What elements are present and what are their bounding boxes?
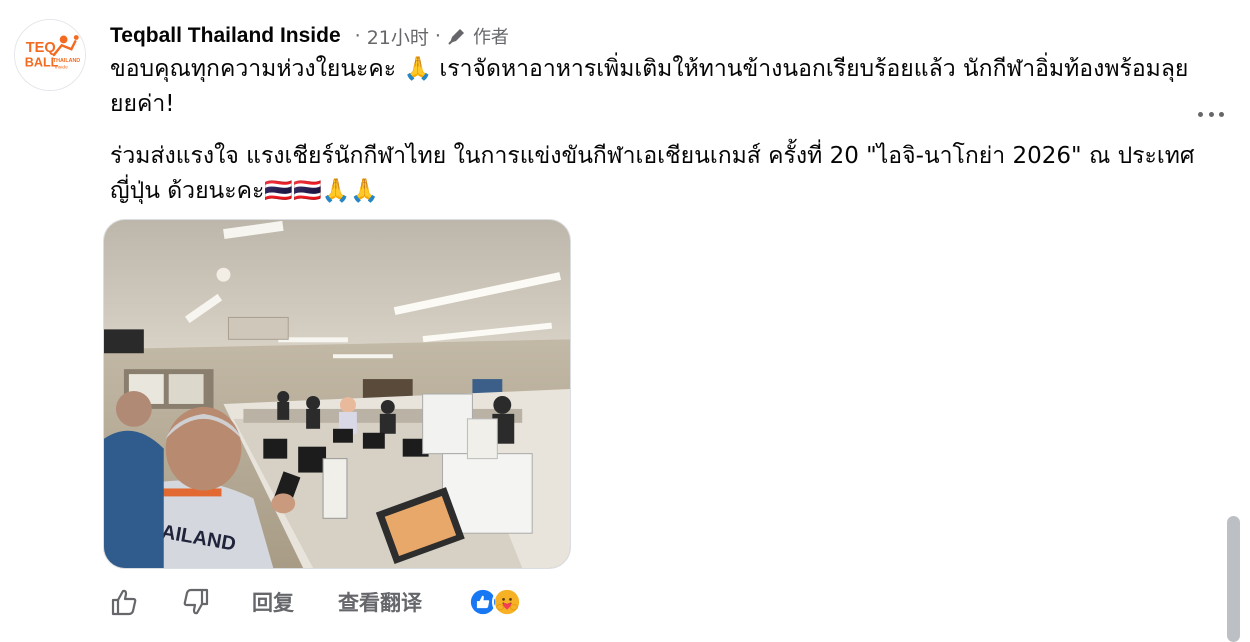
restaurant-photo: THAILAND [104, 220, 570, 568]
page-avatar[interactable]: TEQ BALL THAILAND Inside [14, 19, 86, 91]
author-name[interactable]: Teqball Thailand Inside [110, 24, 341, 48]
more-dot [1219, 112, 1224, 117]
scrollbar-thumb[interactable] [1227, 516, 1240, 642]
svg-text:Inside: Inside [55, 65, 68, 71]
more-options-button[interactable] [1198, 112, 1224, 120]
pen-icon [448, 29, 464, 45]
reply-button[interactable]: 回复 [252, 587, 294, 617]
separator-dot: · [354, 25, 361, 47]
svg-text:THAILAND: THAILAND [53, 58, 80, 64]
reaction-summary[interactable] [468, 587, 522, 617]
post-photo[interactable]: THAILAND [103, 219, 571, 569]
author-badge: 作者 [472, 27, 509, 48]
thumbs-up-icon [111, 589, 137, 616]
more-dot [1208, 112, 1214, 117]
separator-dot: · [434, 25, 441, 47]
post-header: Teqball Thailand Inside · 21小时 · 作者 [110, 22, 509, 50]
post-actions: 回复 查看翻译 [108, 584, 522, 620]
care-reaction-icon [492, 587, 522, 617]
post-meta: · 21小时 · 作者 [349, 23, 509, 50]
teqball-logo: TEQ BALL THAILAND Inside [15, 20, 85, 90]
thumbs-down-icon [183, 588, 209, 615]
like-button[interactable] [108, 586, 140, 618]
post-text-line2: ร่วมส่งแรงใจ แรงเชียร์นักกีฬาไทย ในการแข… [110, 143, 1195, 204]
dislike-button[interactable] [180, 586, 212, 618]
see-translation-link[interactable]: 查看翻译 [338, 587, 422, 617]
svg-text:TEQ: TEQ [26, 40, 56, 56]
post-text-line1: ขอบคุณทุกความห่วงใยนะคะ 🙏 เราจัดหาอาหารเ… [110, 56, 1189, 117]
post-time[interactable]: 21小时 [367, 23, 429, 50]
